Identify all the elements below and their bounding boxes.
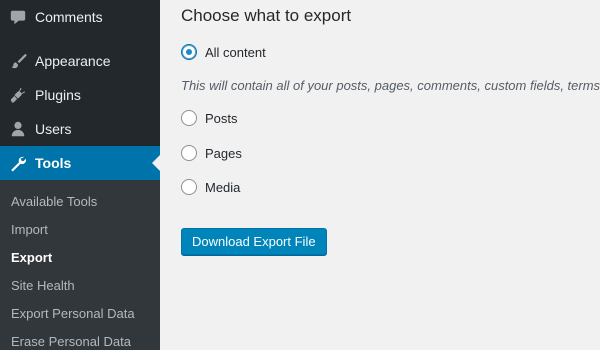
submenu-item-erase-personal-data[interactable]: Erase Personal Data: [11, 334, 131, 349]
menu-item-label: Users: [35, 121, 72, 137]
main-content: Choose what to export All content This w…: [160, 0, 600, 350]
submenu-item-export[interactable]: Export: [11, 250, 52, 265]
menu-item-appearance[interactable]: Appearance: [0, 44, 160, 78]
option-label: Posts: [205, 110, 238, 126]
paintbrush-icon: [8, 51, 28, 71]
menu-item-label: Appearance: [35, 53, 111, 69]
user-icon: [8, 119, 28, 139]
menu-item-tools[interactable]: Tools: [0, 146, 160, 180]
submenu-item-available-tools[interactable]: Available Tools: [11, 194, 97, 209]
option-media[interactable]: Media: [181, 179, 240, 195]
all-content-radio[interactable]: [181, 44, 197, 60]
option-pages[interactable]: Pages: [181, 145, 242, 161]
menu-item-comments[interactable]: Comments: [0, 0, 160, 34]
submenu-item-import[interactable]: Import: [11, 222, 48, 237]
page-heading: Choose what to export: [181, 6, 352, 25]
menu-item-label: Comments: [35, 9, 103, 25]
admin-sidebar: Comments Appearance Plugins Users Tools …: [0, 0, 160, 350]
submenu-item-export-personal-data[interactable]: Export Personal Data: [11, 306, 135, 321]
option-posts[interactable]: Posts: [181, 110, 238, 126]
comment-icon: [8, 7, 28, 27]
download-export-file-button[interactable]: Download Export File: [181, 228, 327, 255]
tools-submenu: Available Tools Import Export Site Healt…: [0, 180, 160, 350]
wrench-icon: [8, 153, 28, 173]
all-content-description: This will contain all of your posts, pag…: [181, 78, 600, 93]
menu-item-label: Tools: [35, 155, 72, 171]
option-label: Pages: [205, 145, 242, 161]
option-label: All content: [205, 44, 266, 60]
option-all-content[interactable]: All content: [181, 44, 266, 60]
pages-radio[interactable]: [181, 145, 197, 161]
menu-item-label: Plugins: [35, 87, 81, 103]
submenu-item-site-health[interactable]: Site Health: [11, 278, 75, 293]
menu-item-plugins[interactable]: Plugins: [0, 78, 160, 112]
posts-radio[interactable]: [181, 110, 197, 126]
option-label: Media: [205, 179, 241, 195]
plugin-icon: [8, 85, 28, 105]
menu-item-users[interactable]: Users: [0, 112, 160, 146]
media-radio[interactable]: [181, 179, 197, 195]
